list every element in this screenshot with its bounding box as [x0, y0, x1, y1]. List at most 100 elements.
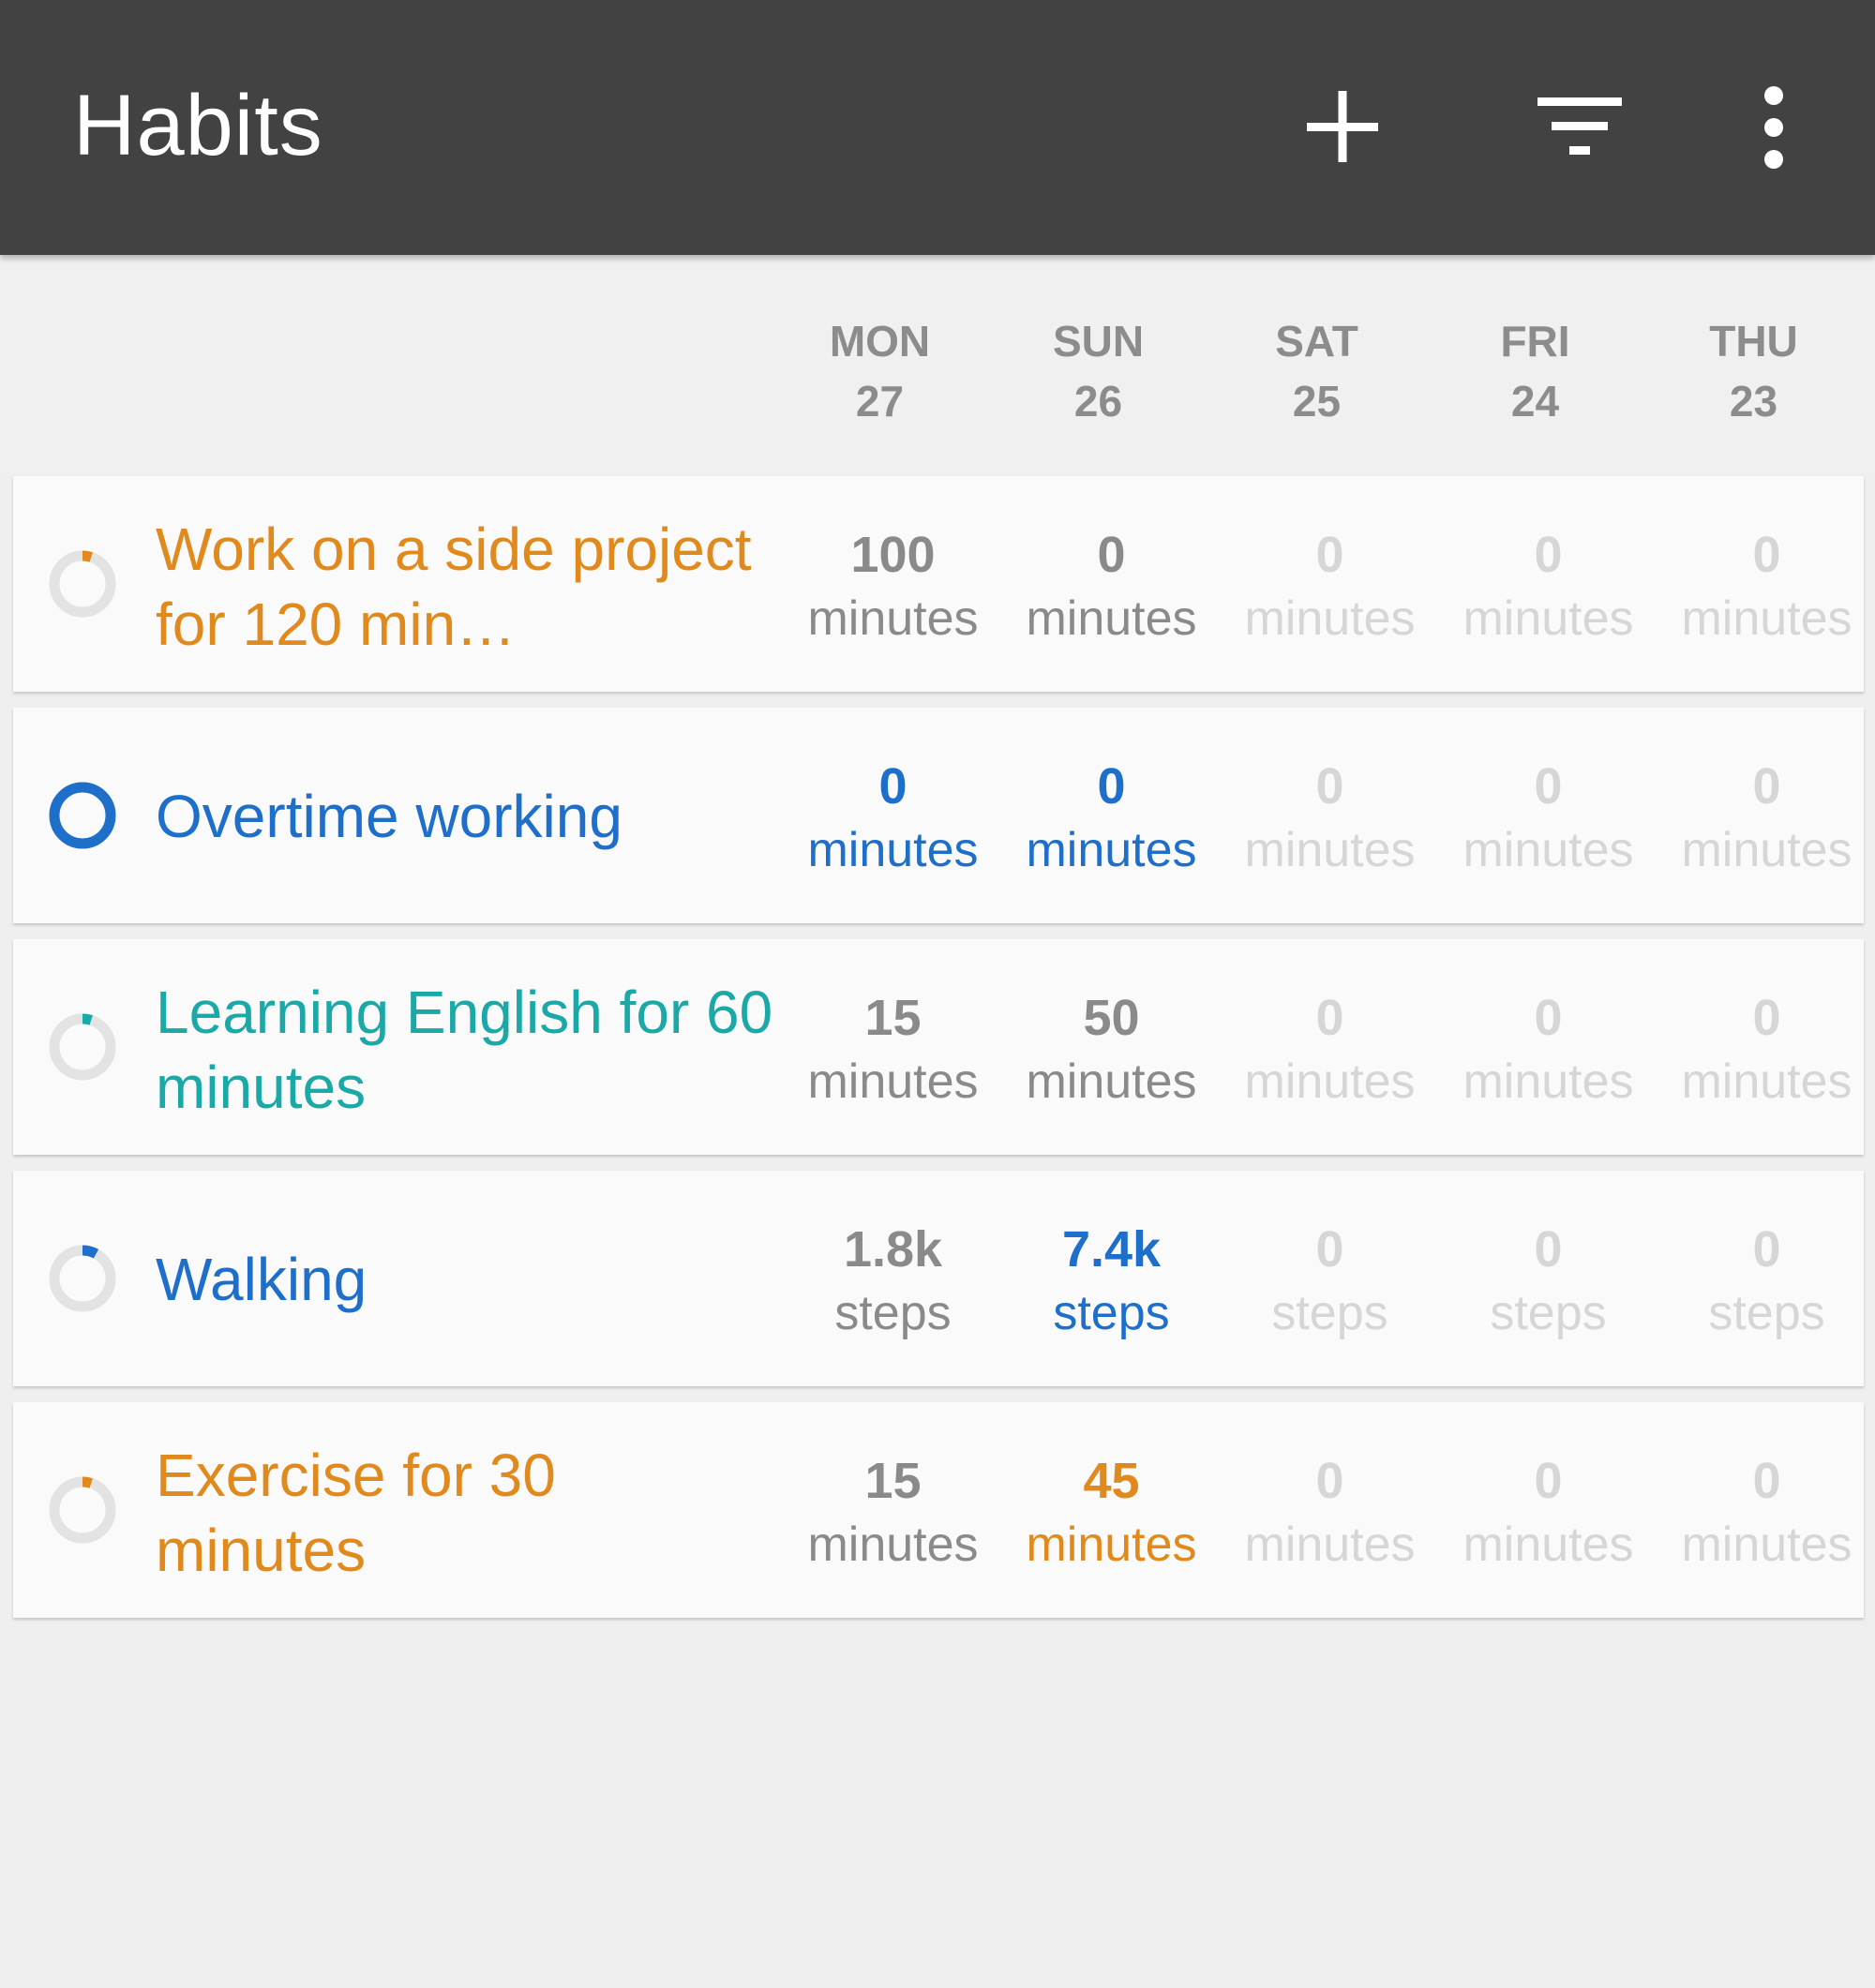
habit-day-value[interactable]: 50 minutes — [1002, 986, 1221, 1114]
value-unit: minutes — [1681, 823, 1852, 877]
habit-row[interactable]: Walking 1.8k steps 7.4k steps 0 steps 0 steps 0 st… — [13, 1171, 1864, 1386]
value-number: 0 — [1534, 758, 1563, 815]
habit-row[interactable]: Exercise for 30 minutes 15 minutes 45 minute… — [13, 1402, 1864, 1618]
value-number: 0 — [1534, 527, 1563, 583]
value-unit: minutes — [1462, 823, 1634, 877]
progress-ring-icon — [49, 1476, 116, 1544]
day-header-mon: MON 27 — [771, 311, 989, 431]
habit-day-value[interactable]: 0 steps — [1439, 1218, 1658, 1345]
habit-day-value[interactable]: 0 minutes — [1221, 1449, 1439, 1577]
habit-progress-ring[interactable] — [45, 1009, 120, 1084]
filter-icon — [1538, 97, 1622, 155]
day-number: 24 — [1510, 377, 1560, 426]
habit-name: Exercise for 30 minutes — [156, 1442, 556, 1584]
progress-ring-track — [49, 1245, 116, 1312]
value-number: 0 — [1752, 527, 1781, 583]
habit-day-value[interactable]: 0 minutes — [1439, 1449, 1658, 1577]
habit-day-value[interactable]: 0 minutes — [1658, 523, 1875, 650]
value-number: 0 — [1752, 1453, 1781, 1509]
more-options-button[interactable] — [1708, 56, 1839, 197]
day-header-row: MON 27 SUN 26 SAT 25 FRI 24 THU 23 — [0, 255, 1875, 472]
habit-day-value[interactable]: 100 minutes — [784, 523, 1002, 650]
value-number: 100 — [850, 527, 936, 583]
value-number: 0 — [1752, 1221, 1781, 1278]
value-number: 0 — [1097, 527, 1126, 583]
app-toolbar: Habits — [0, 0, 1875, 255]
value-number: 0 — [1315, 1453, 1344, 1509]
habit-row[interactable]: Overtime working 0 minutes 0 minutes 0 minutes… — [13, 708, 1864, 923]
value-number: 0 — [1752, 990, 1781, 1046]
progress-ring-icon — [49, 1245, 116, 1312]
value-unit: steps — [1053, 1286, 1170, 1340]
day-name: SUN — [1052, 317, 1145, 366]
value-number: 7.4k — [1061, 1221, 1162, 1278]
value-unit: steps — [1708, 1286, 1825, 1340]
value-number: 15 — [864, 990, 922, 1046]
habit-day-value[interactable]: 1.8k steps — [784, 1218, 1002, 1345]
progress-ring-icon — [49, 1013, 116, 1081]
value-unit: minutes — [1462, 591, 1634, 646]
habit-day-value[interactable]: 0 minutes — [1439, 986, 1658, 1114]
habit-day-value[interactable]: 0 minutes — [1221, 755, 1439, 882]
day-name: FRI — [1500, 317, 1570, 366]
habit-day-value[interactable]: 0 steps — [1221, 1218, 1439, 1345]
value-unit: steps — [834, 1286, 952, 1340]
habit-day-value[interactable]: 0 minutes — [784, 755, 1002, 882]
day-number: 23 — [1729, 377, 1778, 426]
value-number: 0 — [1752, 758, 1781, 815]
value-number: 1.8k — [843, 1221, 943, 1278]
value-unit: minutes — [1244, 1517, 1416, 1572]
day-header-fri: FRI 24 — [1426, 311, 1644, 431]
habit-day-value[interactable]: 0 minutes — [1439, 755, 1658, 882]
habit-progress-ring[interactable] — [45, 1241, 120, 1316]
habit-progress-ring[interactable] — [45, 1472, 120, 1547]
day-number: 25 — [1292, 377, 1342, 426]
habit-day-value[interactable]: 0 minutes — [1002, 755, 1221, 882]
habit-day-value[interactable]: 7.4k steps — [1002, 1218, 1221, 1345]
value-unit: minutes — [1026, 823, 1197, 877]
progress-ring-track — [49, 550, 116, 618]
value-number: 0 — [1315, 1221, 1344, 1278]
day-name: SAT — [1275, 317, 1358, 366]
habit-list: Work on a side project for 120 min… 100 mi… — [13, 476, 1864, 1634]
value-number: 50 — [1083, 990, 1140, 1046]
habit-day-value[interactable]: 0 minutes — [1439, 523, 1658, 650]
habit-progress-ring[interactable] — [45, 546, 120, 621]
value-unit: steps — [1490, 1286, 1607, 1340]
value-unit: minutes — [1244, 823, 1416, 877]
habit-progress-ring[interactable] — [45, 778, 120, 853]
value-unit: minutes — [1681, 1054, 1852, 1109]
habit-day-value[interactable]: 0 minutes — [1221, 986, 1439, 1114]
value-unit: minutes — [807, 1054, 979, 1109]
value-number: 0 — [1534, 1221, 1563, 1278]
habit-name: Work on a side project for 120 min… — [156, 516, 752, 658]
add-habit-button[interactable] — [1277, 56, 1408, 197]
value-number: 0 — [1534, 990, 1563, 1046]
habit-row[interactable]: Learning English for 60 minutes 15 minutes… — [13, 939, 1864, 1155]
value-unit: minutes — [1244, 591, 1416, 646]
habit-day-value[interactable]: 0 minutes — [1221, 523, 1439, 650]
day-number: 27 — [855, 377, 905, 426]
habit-day-value[interactable]: 15 minutes — [784, 1449, 1002, 1577]
value-number: 0 — [878, 758, 908, 815]
day-header-thu: THU 23 — [1644, 311, 1863, 431]
more-vertical-icon — [1764, 86, 1783, 169]
value-unit: minutes — [1026, 1517, 1197, 1572]
value-number: 15 — [864, 1453, 922, 1509]
habit-day-value[interactable]: 0 minutes — [1658, 986, 1875, 1114]
value-unit: minutes — [807, 823, 979, 877]
habit-day-value[interactable]: 0 minutes — [1658, 755, 1875, 882]
value-number: 0 — [1315, 758, 1344, 815]
habit-name: Learning English for 60 minutes — [156, 979, 773, 1121]
habit-day-value[interactable]: 0 minutes — [1002, 523, 1221, 650]
habit-day-value[interactable]: 15 minutes — [784, 986, 1002, 1114]
value-unit: minutes — [1462, 1517, 1634, 1572]
value-unit: steps — [1271, 1286, 1388, 1340]
habit-day-value[interactable]: 45 minutes — [1002, 1449, 1221, 1577]
habit-day-value[interactable]: 0 minutes — [1658, 1449, 1875, 1577]
habit-name: Overtime working — [156, 783, 622, 850]
filter-button[interactable] — [1513, 56, 1644, 197]
value-number: 0 — [1315, 990, 1344, 1046]
habit-day-value[interactable]: 0 steps — [1658, 1218, 1875, 1345]
habit-row[interactable]: Work on a side project for 120 min… 100 mi… — [13, 476, 1864, 692]
